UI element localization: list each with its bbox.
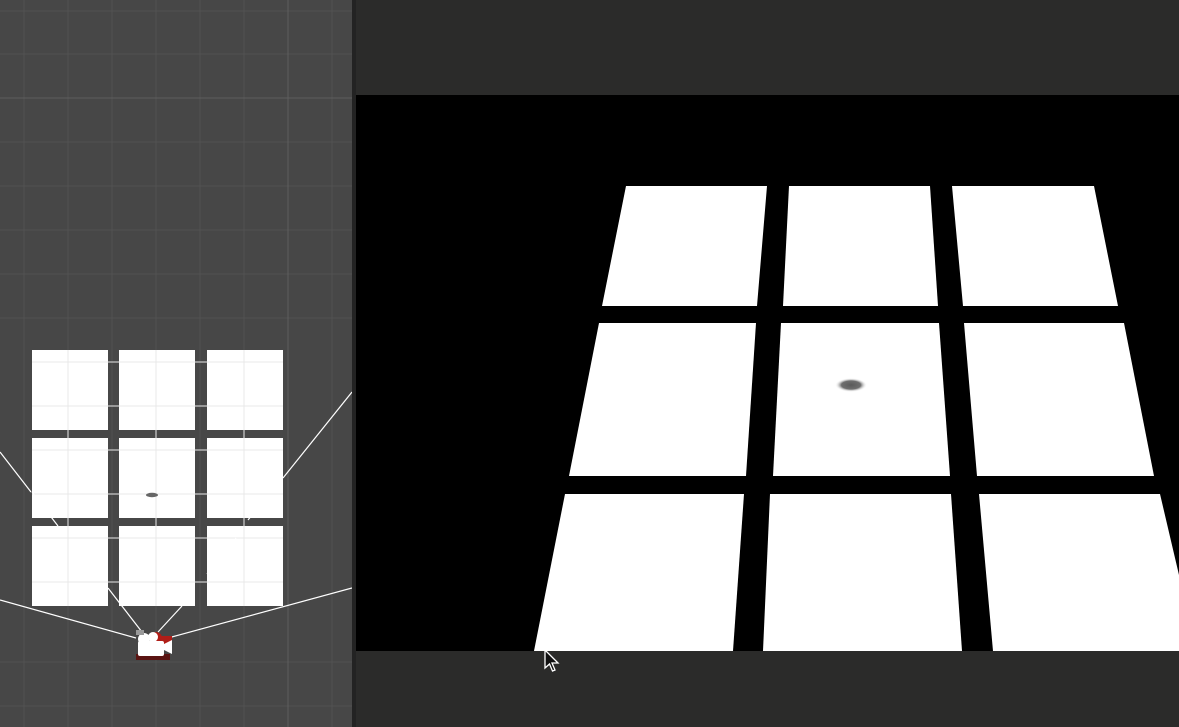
game-tile[interactable] [773,323,950,476]
game-view-statusbar [356,651,1179,727]
game-canvas[interactable] [356,95,1179,651]
game-tiles [534,186,1179,651]
game-tile[interactable] [534,494,744,651]
scene-view[interactable] [0,0,352,727]
game-ball-shadow [835,378,867,392]
game-tile[interactable] [602,186,767,306]
scene-tiles [32,350,283,606]
scene-ball-shadow [146,492,158,498]
game-tile[interactable] [952,186,1118,306]
editor-window [0,0,1179,727]
game-render-area[interactable] [356,95,1179,651]
game-tile[interactable] [979,494,1179,651]
game-view[interactable] [356,0,1179,727]
mouse-pointer-icon [544,649,560,672]
game-tile[interactable] [569,323,756,476]
game-view-toolbar [356,0,1179,95]
game-tile[interactable] [783,186,938,306]
game-tile[interactable] [964,323,1154,476]
camera-gizmo-icon[interactable] [136,630,172,660]
game-tile[interactable] [763,494,962,651]
scene-canvas[interactable] [0,0,352,727]
